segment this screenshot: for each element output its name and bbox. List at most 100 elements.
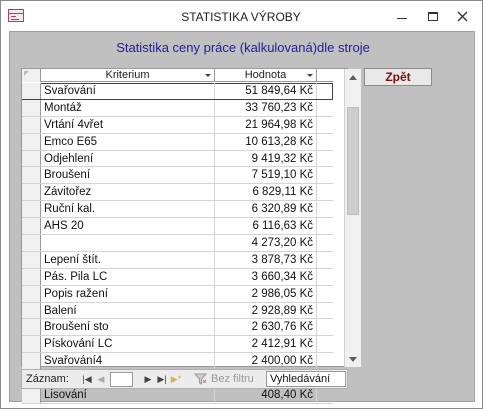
filter-status[interactable]: Bez filtru (211, 373, 254, 385)
column-header-hodnota[interactable]: Hodnota (215, 69, 317, 82)
cell-hodnota[interactable]: 6 320,89 Kč (215, 201, 317, 218)
row-selector[interactable] (22, 99, 41, 116)
table-body: Svařování 51 849,64 Kč Montáž 33 760,23 Kč V… (22, 83, 333, 404)
table-row[interactable]: Pískování LC 2 412,91 Kč (22, 336, 333, 354)
previous-record-button[interactable]: ◀ (95, 373, 107, 385)
datasheet-grid: Kriterium Hodnota Svařování 51 849,64 Kč M… (21, 68, 361, 404)
cell-kriterium[interactable]: Svařování (42, 83, 215, 99)
last-record-button[interactable]: ▶| (156, 373, 168, 385)
row-selector[interactable] (22, 268, 41, 285)
column-header-kriterium[interactable]: Kriterium (41, 69, 215, 82)
row-selector[interactable] (22, 235, 41, 251)
cell-kriterium[interactable]: Vrtání 4vřet (42, 116, 215, 133)
cell-hodnota[interactable]: 2 928,89 Kč (215, 302, 317, 319)
cell-hodnota[interactable]: 2 986,05 Kč (215, 285, 317, 302)
new-record-button[interactable]: ▶* (170, 373, 182, 385)
cell-kriterium[interactable]: Broušení sto (42, 319, 215, 336)
cell-hodnota[interactable]: 7 519,10 Kč (215, 167, 317, 184)
cell-hodnota[interactable]: 2 400,00 Kč (215, 353, 317, 370)
table-row[interactable]: Emco E65 10 613,28 Kč (22, 133, 333, 151)
row-selector[interactable] (22, 133, 41, 150)
first-record-button[interactable]: |◀ (81, 373, 93, 385)
back-button[interactable]: Zpět (364, 68, 432, 86)
vertical-scrollbar[interactable] (344, 69, 361, 367)
table-row[interactable]: Balení 2 928,89 Kč (22, 302, 333, 320)
cell-hodnota[interactable]: 408,40 Kč (215, 387, 317, 403)
cell-hodnota[interactable]: 6 116,63 Kč (215, 218, 317, 235)
cell-kriterium[interactable]: Svařování4 (42, 353, 215, 370)
table-row[interactable]: Lisování 408,40 Kč (22, 387, 333, 404)
table-row[interactable]: Broušení 7 519,10 Kč (22, 167, 333, 185)
table-row[interactable]: Montáž 33 760,23 Kč (22, 99, 333, 117)
table-row[interactable]: Svařování4 2 400,00 Kč (22, 353, 333, 371)
select-all-corner[interactable] (22, 69, 41, 82)
cell-hodnota[interactable]: 9 419,32 Kč (215, 150, 317, 167)
row-selector[interactable] (22, 116, 41, 133)
cell-kriterium[interactable]: Závitořez (42, 184, 215, 201)
row-selector[interactable] (22, 83, 41, 99)
scroll-up-button[interactable] (345, 69, 361, 85)
cell-kriterium[interactable]: Pás. Pila LC (42, 268, 215, 285)
search-input[interactable]: Vyhledávání (266, 371, 346, 387)
cell-kriterium[interactable] (42, 235, 215, 251)
table-row[interactable]: Popis ražení 2 986,05 Kč (22, 285, 333, 303)
cell-hodnota[interactable]: 2 630,76 Kč (215, 319, 317, 336)
scroll-down-button[interactable] (345, 351, 361, 367)
row-selector[interactable] (22, 353, 41, 370)
row-selector[interactable] (22, 201, 41, 218)
cell-hodnota[interactable]: 33 760,23 Kč (215, 99, 317, 116)
table-row[interactable]: Pás. Pila LC 3 660,34 Kč (22, 268, 333, 286)
form-icon[interactable] (8, 9, 24, 22)
table-row[interactable]: Svařování 51 849,64 Kč (22, 83, 333, 100)
minimize-button[interactable] (388, 5, 416, 27)
row-selector[interactable] (22, 184, 41, 201)
table-row[interactable]: AHS 20 6 116,63 Kč (22, 218, 333, 236)
maximize-button[interactable] (419, 5, 447, 27)
form-heading: Statistika ceny práce (kalkulovaná)dle s… (116, 40, 370, 55)
table-row[interactable]: Vrtání 4vřet 21 964,98 Kč (22, 116, 333, 134)
cell-kriterium[interactable]: Lisování (42, 387, 215, 403)
row-selector[interactable] (22, 167, 41, 184)
cell-hodnota[interactable]: 4 273,20 Kč (215, 235, 317, 251)
cell-hodnota[interactable]: 51 849,64 Kč (215, 83, 317, 99)
close-button[interactable] (448, 5, 476, 27)
cell-kriterium[interactable]: Emco E65 (42, 133, 215, 150)
row-selector[interactable] (22, 251, 41, 268)
row-selector[interactable] (22, 387, 41, 403)
row-selector[interactable] (22, 336, 41, 353)
table-row[interactable]: Broušení sto 2 630,76 Kč (22, 319, 333, 337)
next-record-button[interactable]: ▶ (142, 373, 154, 385)
table-row[interactable]: 4 273,20 Kč (22, 235, 333, 252)
row-selector[interactable] (22, 218, 41, 235)
window-title: STATISTIKA VÝROBY (181, 10, 301, 24)
row-selector[interactable] (22, 285, 41, 302)
cell-hodnota[interactable]: 3 660,34 Kč (215, 268, 317, 285)
table-row[interactable]: Závitořez 6 829,11 Kč (22, 184, 333, 202)
form-body: Statistika ceny práce (kalkulovaná)dle s… (9, 31, 475, 404)
cell-hodnota[interactable]: 10 613,28 Kč (215, 133, 317, 150)
scroll-thumb[interactable] (347, 107, 359, 215)
cell-kriterium[interactable]: AHS 20 (42, 218, 215, 235)
cell-kriterium[interactable]: Odjehlení (42, 150, 215, 167)
current-record-input[interactable] (110, 372, 133, 387)
table-row[interactable]: Odjehlení 9 419,32 Kč (22, 150, 333, 168)
cell-kriterium[interactable]: Pískování LC (42, 336, 215, 353)
row-selector[interactable] (22, 302, 41, 319)
cell-hodnota[interactable]: 6 829,11 Kč (215, 184, 317, 201)
cell-kriterium[interactable]: Montáž (42, 99, 215, 116)
cell-kriterium[interactable]: Lepení štít. (42, 251, 215, 268)
cell-kriterium[interactable]: Ruční kal. (42, 201, 215, 218)
cell-hodnota[interactable]: 3 878,73 Kč (215, 251, 317, 268)
table-row[interactable]: Lepení štít. 3 878,73 Kč (22, 251, 333, 269)
sort-dropdown-icon[interactable] (205, 74, 211, 77)
row-selector[interactable] (22, 150, 41, 167)
maximize-icon (428, 11, 438, 21)
cell-hodnota[interactable]: 21 964,98 Kč (215, 116, 317, 133)
row-selector[interactable] (22, 319, 41, 336)
cell-kriterium[interactable]: Broušení (42, 167, 215, 184)
cell-hodnota[interactable]: 2 412,91 Kč (215, 336, 317, 353)
cell-kriterium[interactable]: Popis ražení (42, 285, 215, 302)
table-row[interactable]: Ruční kal. 6 320,89 Kč (22, 201, 333, 219)
sort-dropdown-icon[interactable] (307, 74, 313, 77)
cell-kriterium[interactable]: Balení (42, 302, 215, 319)
